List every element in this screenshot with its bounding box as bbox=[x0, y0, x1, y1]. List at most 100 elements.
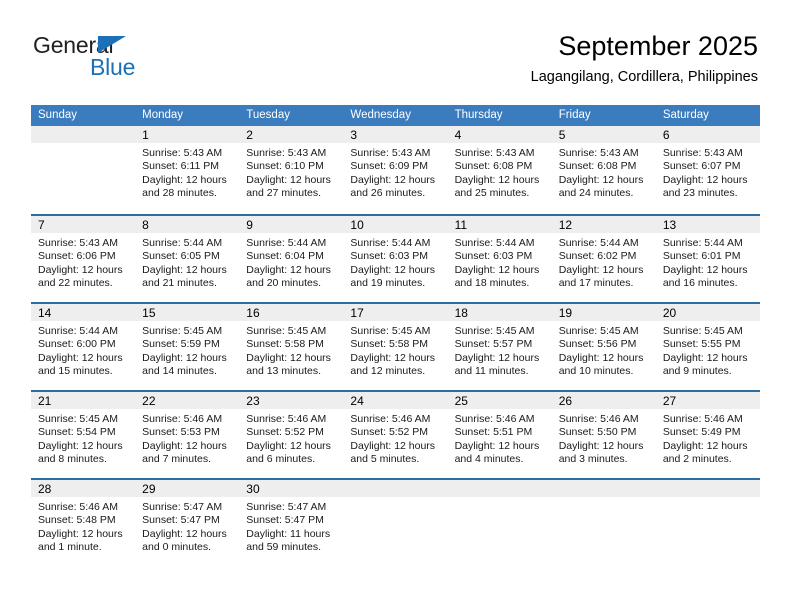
day-info: Sunrise: 5:43 AM Sunset: 6:08 PM Dayligh… bbox=[552, 143, 656, 201]
sunset-text: Sunset: 6:00 PM bbox=[38, 338, 116, 351]
day-cell[interactable]: 12 Sunrise: 5:44 AM Sunset: 6:02 PM Dayl… bbox=[551, 216, 656, 302]
day-cell[interactable]: 30 Sunrise: 5:47 AM Sunset: 5:47 PM Dayl… bbox=[239, 480, 344, 566]
day-cell[interactable] bbox=[343, 480, 448, 566]
day-cell[interactable]: 27 Sunrise: 5:46 AM Sunset: 5:49 PM Dayl… bbox=[655, 392, 760, 478]
day-cell[interactable] bbox=[551, 480, 656, 566]
sunset-text: Sunset: 6:03 PM bbox=[350, 250, 429, 263]
day-cell[interactable]: 18 Sunrise: 5:45 AM Sunset: 5:57 PM Dayl… bbox=[447, 304, 552, 390]
sunrise-text: Sunrise: 5:46 AM bbox=[38, 501, 118, 513]
day-number-band: 6 bbox=[655, 126, 760, 143]
day-cell[interactable]: 2 Sunrise: 5:43 AM Sunset: 6:10 PM Dayli… bbox=[239, 126, 344, 214]
sunrise-text: Sunrise: 5:44 AM bbox=[38, 325, 118, 337]
day-cell[interactable]: 14 Sunrise: 5:44 AM Sunset: 6:00 PM Dayl… bbox=[31, 304, 136, 390]
sunset-text: Sunset: 6:11 PM bbox=[142, 160, 219, 173]
general-blue-logo: General Blue bbox=[33, 32, 173, 84]
daylight-text-line2: and 21 minutes. bbox=[142, 277, 217, 290]
sunset-text: Sunset: 5:51 PM bbox=[454, 426, 533, 439]
day-cell[interactable]: 1 Sunrise: 5:43 AM Sunset: 6:11 PM Dayli… bbox=[135, 126, 240, 214]
day-cell[interactable]: 23 Sunrise: 5:46 AM Sunset: 5:52 PM Dayl… bbox=[239, 392, 344, 478]
weekday-header-thursday: Thursday bbox=[454, 109, 503, 121]
daylight-text-line2: and 22 minutes. bbox=[38, 277, 113, 290]
daylight-text-line1: Daylight: 12 hours bbox=[558, 263, 644, 276]
daylight-text-line1: Daylight: 11 hours bbox=[246, 527, 331, 540]
day-cell[interactable]: 11 Sunrise: 5:44 AM Sunset: 6:03 PM Dayl… bbox=[447, 216, 552, 302]
day-info: Sunrise: 5:45 AM Sunset: 5:55 PM Dayligh… bbox=[656, 321, 760, 379]
day-number-band: 23 bbox=[239, 392, 344, 409]
daylight-text-line2: and 16 minutes. bbox=[662, 277, 738, 290]
day-number: 19 bbox=[558, 306, 573, 320]
day-cell[interactable]: 6 Sunrise: 5:43 AM Sunset: 6:07 PM Dayli… bbox=[655, 126, 760, 214]
daylight-text-line1: Daylight: 12 hours bbox=[350, 439, 436, 452]
day-info: Sunrise: 5:45 AM Sunset: 5:57 PM Dayligh… bbox=[448, 321, 552, 379]
day-cell[interactable]: 4 Sunrise: 5:43 AM Sunset: 6:08 PM Dayli… bbox=[447, 126, 552, 214]
sunset-text: Sunset: 6:05 PM bbox=[142, 250, 220, 263]
sunset-text: Sunset: 6:08 PM bbox=[558, 160, 637, 173]
sunset-text: Sunset: 5:47 PM bbox=[246, 514, 324, 527]
day-cell[interactable]: 22 Sunrise: 5:46 AM Sunset: 5:53 PM Dayl… bbox=[135, 392, 240, 478]
daylight-text-line1: Daylight: 12 hours bbox=[454, 263, 540, 276]
daylight-text-line2: and 6 minutes. bbox=[246, 453, 316, 466]
daylight-text-line1: Daylight: 12 hours bbox=[38, 439, 123, 452]
day-cell[interactable]: 26 Sunrise: 5:46 AM Sunset: 5:50 PM Dayl… bbox=[551, 392, 656, 478]
day-cell[interactable]: 29 Sunrise: 5:47 AM Sunset: 5:47 PM Dayl… bbox=[135, 480, 240, 566]
day-cell[interactable]: 24 Sunrise: 5:46 AM Sunset: 5:52 PM Dayl… bbox=[343, 392, 448, 478]
day-number-band: 12 bbox=[551, 216, 656, 233]
day-number: 27 bbox=[662, 394, 677, 408]
day-number: 28 bbox=[38, 482, 52, 496]
day-number: 21 bbox=[38, 394, 52, 408]
day-number: 15 bbox=[142, 306, 156, 320]
sunrise-text: Sunrise: 5:46 AM bbox=[350, 413, 431, 425]
day-cell[interactable] bbox=[447, 480, 552, 566]
day-info: Sunrise: 5:46 AM Sunset: 5:50 PM Dayligh… bbox=[552, 409, 656, 467]
day-number-band bbox=[551, 480, 656, 497]
day-info: Sunrise: 5:46 AM Sunset: 5:49 PM Dayligh… bbox=[656, 409, 760, 467]
sunrise-text: Sunrise: 5:44 AM bbox=[350, 237, 431, 249]
day-cell[interactable]: 13 Sunrise: 5:44 AM Sunset: 6:01 PM Dayl… bbox=[655, 216, 760, 302]
day-cell[interactable]: 8 Sunrise: 5:44 AM Sunset: 6:05 PM Dayli… bbox=[135, 216, 240, 302]
day-cell[interactable]: 7 Sunrise: 5:43 AM Sunset: 6:06 PM Dayli… bbox=[31, 216, 136, 302]
sunset-text: Sunset: 6:02 PM bbox=[558, 250, 637, 263]
day-number-band: 16 bbox=[239, 304, 344, 321]
weekday-header-row: Sunday Monday Tuesday Wednesday Thursday… bbox=[31, 105, 760, 126]
day-info: Sunrise: 5:43 AM Sunset: 6:08 PM Dayligh… bbox=[448, 143, 552, 201]
day-cell[interactable]: 28 Sunrise: 5:46 AM Sunset: 5:48 PM Dayl… bbox=[31, 480, 136, 566]
daylight-text-line1: Daylight: 12 hours bbox=[38, 527, 123, 540]
day-cell[interactable] bbox=[655, 480, 760, 566]
day-info: Sunrise: 5:44 AM Sunset: 6:04 PM Dayligh… bbox=[239, 233, 343, 291]
day-cell[interactable]: 3 Sunrise: 5:43 AM Sunset: 6:09 PM Dayli… bbox=[343, 126, 448, 214]
day-cell[interactable]: 17 Sunrise: 5:45 AM Sunset: 5:58 PM Dayl… bbox=[343, 304, 448, 390]
day-cell[interactable]: 10 Sunrise: 5:44 AM Sunset: 6:03 PM Dayl… bbox=[343, 216, 448, 302]
day-number: 30 bbox=[246, 482, 260, 496]
day-cell[interactable] bbox=[31, 126, 136, 214]
daylight-text-line1: Daylight: 12 hours bbox=[662, 263, 748, 276]
day-cell[interactable]: 5 Sunrise: 5:43 AM Sunset: 6:08 PM Dayli… bbox=[551, 126, 656, 214]
sunrise-text: Sunrise: 5:46 AM bbox=[558, 413, 639, 425]
day-number-band: 17 bbox=[343, 304, 448, 321]
day-info: Sunrise: 5:44 AM Sunset: 6:00 PM Dayligh… bbox=[31, 321, 135, 379]
day-number: 22 bbox=[142, 394, 156, 408]
day-number-band: 9 bbox=[239, 216, 344, 233]
day-number-band: 22 bbox=[135, 392, 240, 409]
day-cell[interactable]: 19 Sunrise: 5:45 AM Sunset: 5:56 PM Dayl… bbox=[551, 304, 656, 390]
day-cell[interactable]: 20 Sunrise: 5:45 AM Sunset: 5:55 PM Dayl… bbox=[655, 304, 760, 390]
daylight-text-line2: and 25 minutes. bbox=[454, 187, 530, 200]
sunset-text: Sunset: 5:52 PM bbox=[350, 426, 429, 439]
week-row: 7 Sunrise: 5:43 AM Sunset: 6:06 PM Dayli… bbox=[31, 214, 760, 302]
sunset-text: Sunset: 5:56 PM bbox=[558, 338, 637, 351]
sunrise-text: Sunrise: 5:43 AM bbox=[558, 147, 639, 159]
sunrise-text: Sunrise: 5:44 AM bbox=[454, 237, 535, 249]
day-cell[interactable]: 21 Sunrise: 5:45 AM Sunset: 5:54 PM Dayl… bbox=[31, 392, 136, 478]
day-number-band: 11 bbox=[447, 216, 552, 233]
day-cell[interactable]: 9 Sunrise: 5:44 AM Sunset: 6:04 PM Dayli… bbox=[239, 216, 344, 302]
day-cell[interactable]: 25 Sunrise: 5:46 AM Sunset: 5:51 PM Dayl… bbox=[447, 392, 552, 478]
day-cell[interactable]: 16 Sunrise: 5:45 AM Sunset: 5:58 PM Dayl… bbox=[239, 304, 344, 390]
daylight-text-line1: Daylight: 12 hours bbox=[246, 263, 331, 276]
sunrise-text: Sunrise: 5:46 AM bbox=[454, 413, 535, 425]
daylight-text-line1: Daylight: 12 hours bbox=[558, 439, 644, 452]
daylight-text-line2: and 26 minutes. bbox=[350, 187, 426, 200]
daylight-text-line2: and 7 minutes. bbox=[142, 453, 212, 466]
day-cell[interactable]: 15 Sunrise: 5:45 AM Sunset: 5:59 PM Dayl… bbox=[135, 304, 240, 390]
sunrise-text: Sunrise: 5:45 AM bbox=[350, 325, 431, 337]
daylight-text-line1: Daylight: 12 hours bbox=[662, 173, 748, 186]
day-number-band: 27 bbox=[655, 392, 760, 409]
